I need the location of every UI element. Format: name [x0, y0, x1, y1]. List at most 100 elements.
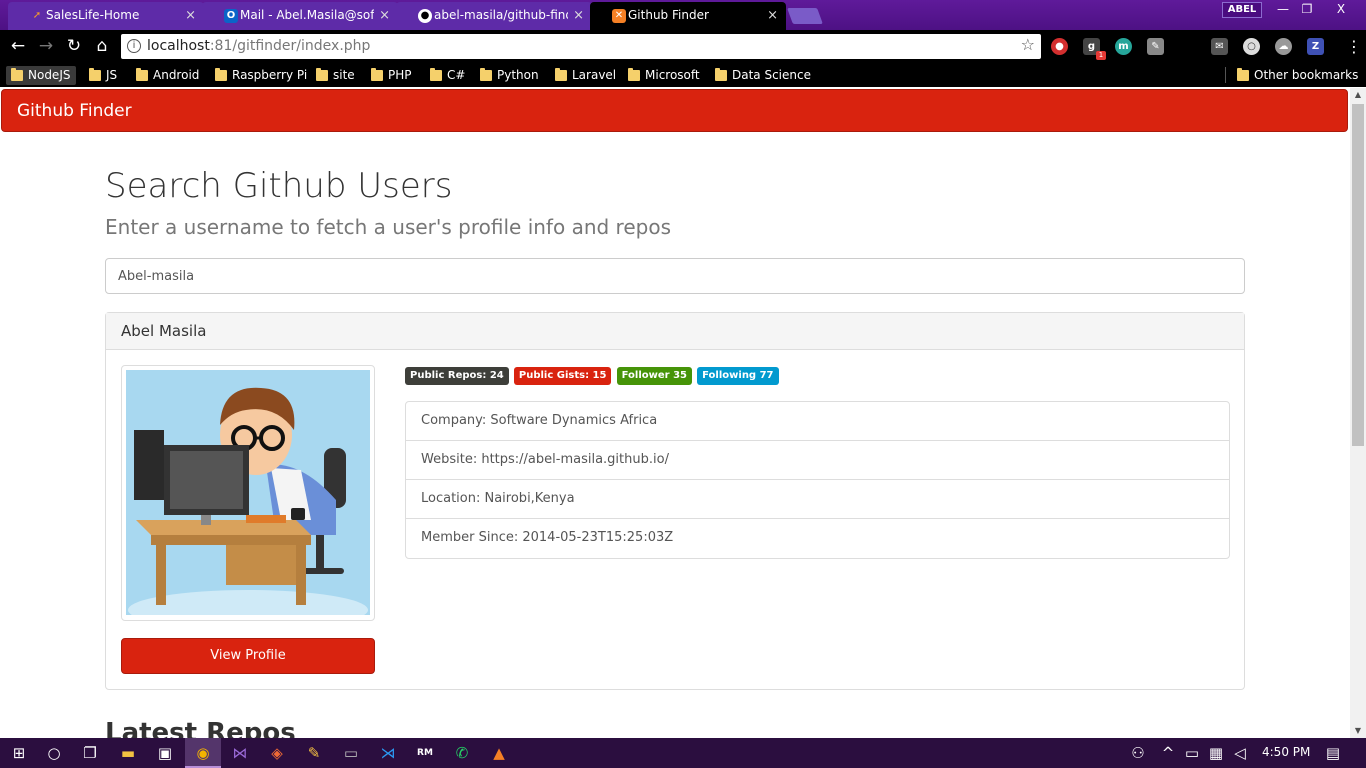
- bookmark-folder[interactable]: C#: [425, 66, 471, 85]
- tab-github-repo[interactable]: ● abel-masila/github-finde ×: [396, 2, 592, 30]
- info-icon[interactable]: i: [127, 39, 141, 53]
- folder-icon: [371, 68, 383, 81]
- folder-icon: [555, 68, 567, 81]
- tab-saleslife[interactable]: ➚ SalesLife-Home ×: [8, 2, 204, 30]
- back-icon[interactable]: ←: [8, 36, 28, 56]
- url-text: localhost:81/gitfinder/index.php: [147, 38, 371, 54]
- member-since-item: Member Since: 2014-05-23T15:25:03Z: [421, 530, 674, 545]
- profile-details-list: Company: Software Dynamics Africa Websit…: [405, 401, 1230, 559]
- reload-icon[interactable]: ↻: [64, 36, 84, 56]
- folder-icon: [628, 68, 640, 81]
- folder-icon: [215, 68, 227, 81]
- taskbar: ⊞ ○ ❐ ▬ ▣ ◉ ⋈ ◈ ✎ ▭ ⋊ RM ✆ ▲ ⚇ ^ ▭ ▦ ◁ 4…: [0, 738, 1366, 768]
- site-navbar: Github Finder: [1, 89, 1348, 132]
- bookmark-folder[interactable]: site: [311, 66, 361, 85]
- adblock-icon[interactable]: ●: [1051, 38, 1068, 55]
- rm-app-icon[interactable]: RM: [414, 743, 436, 763]
- browser-toolbar: ← → ↻ ⌂ i localhost:81/gitfinder/index.p…: [0, 30, 1366, 63]
- visual-studio-icon[interactable]: ⋈: [229, 743, 251, 763]
- folder-icon: [316, 68, 328, 81]
- bookmark-folder[interactable]: PHP: [366, 66, 418, 85]
- followers-badge: Follower 35: [616, 367, 692, 385]
- close-tab-icon[interactable]: ×: [185, 2, 196, 29]
- close-tab-icon[interactable]: ×: [379, 2, 390, 29]
- folder-icon: [89, 68, 101, 81]
- vscode-icon[interactable]: ⋊: [377, 743, 399, 763]
- paint-icon[interactable]: ✎: [303, 743, 325, 763]
- username-search-input[interactable]: [105, 258, 1245, 294]
- bookmark-star-icon[interactable]: ☆: [1021, 35, 1035, 54]
- network-icon[interactable]: ▦: [1205, 743, 1227, 763]
- notes-extension-icon[interactable]: ✎: [1147, 38, 1164, 55]
- cloud-extension-icon[interactable]: ☁: [1275, 38, 1292, 55]
- bookmark-folder[interactable]: Raspberry Pi: [210, 66, 313, 85]
- m-extension-icon[interactable]: m: [1115, 38, 1132, 55]
- bookmarks-divider: [1225, 67, 1226, 83]
- windows-start-icon[interactable]: ⊞: [8, 743, 30, 763]
- page-subtitle: Enter a username to fetch a user's profi…: [105, 215, 671, 239]
- public-gists-badge: Public Gists: 15: [513, 367, 612, 385]
- website-item: Website: https://abel-masila.github.io/: [406, 441, 1229, 480]
- address-bar[interactable]: i localhost:81/gitfinder/index.php ☆: [121, 34, 1041, 59]
- z-extension-icon[interactable]: Z: [1307, 38, 1324, 55]
- battery-icon[interactable]: ▭: [1181, 743, 1203, 763]
- folder-icon: [715, 68, 727, 81]
- page-scrollbar[interactable]: ▲ ▼: [1350, 88, 1366, 738]
- bookmark-folder[interactable]: Microsoft: [623, 66, 706, 85]
- bookmark-folder[interactable]: Android: [131, 66, 205, 85]
- bookmarks-bar: NodeJS JS Android Raspberry Pi site PHP …: [0, 63, 1366, 87]
- scroll-down-icon[interactable]: ▼: [1350, 724, 1366, 738]
- profile-name: Abel Masila: [106, 313, 1244, 350]
- view-profile-button[interactable]: View Profile: [121, 638, 375, 674]
- whatsapp-icon[interactable]: ✆: [451, 743, 473, 763]
- bookmark-folder[interactable]: Python: [475, 66, 545, 85]
- profile-panel: Abel Masila View Profile Public Repos: 2…: [105, 312, 1245, 690]
- restore-icon[interactable]: ❐: [1294, 0, 1320, 18]
- chrome-icon[interactable]: ◉: [192, 743, 214, 763]
- folder-icon: [136, 68, 148, 81]
- location-item: Location: Nairobi,Kenya: [406, 480, 1229, 519]
- home-icon[interactable]: ⌂: [92, 36, 112, 56]
- bookmark-folder[interactable]: Laravel: [550, 66, 622, 85]
- close-window-icon[interactable]: X: [1318, 0, 1364, 18]
- chrome-menu-icon[interactable]: ⋮: [1346, 37, 1362, 57]
- forward-icon[interactable]: →: [36, 36, 56, 56]
- page-viewport: Github Finder Search Github Users Enter …: [0, 88, 1350, 738]
- vlc-icon[interactable]: ▲: [488, 743, 510, 763]
- task-view-icon[interactable]: ❐: [79, 743, 101, 763]
- app-icon[interactable]: ◈: [266, 743, 288, 763]
- company-item: Company: Software Dynamics Africa: [406, 402, 1229, 441]
- scroll-up-icon[interactable]: ▲: [1350, 88, 1366, 102]
- tab-mail[interactable]: O Mail - Abel.Masila@softw ×: [202, 2, 398, 30]
- scroll-thumb[interactable]: [1352, 104, 1364, 446]
- folder-icon: [1237, 68, 1249, 81]
- other-bookmarks[interactable]: Other bookmarks: [1232, 66, 1364, 85]
- stats-badges: Public Repos: 24 Public Gists: 15 Follow…: [405, 367, 780, 385]
- profile-button[interactable]: ABEL: [1222, 2, 1262, 18]
- tray-chevron-icon[interactable]: ^: [1157, 743, 1179, 763]
- folder-icon: [430, 68, 442, 81]
- bookmark-folder[interactable]: JS: [84, 66, 123, 85]
- tab-github-finder[interactable]: ✕ Github Finder ×: [590, 2, 786, 30]
- notifications-icon[interactable]: ▤: [1322, 743, 1344, 763]
- taskbar-clock[interactable]: 4:50 PM: [1262, 745, 1310, 759]
- cortana-icon[interactable]: ○: [43, 743, 65, 763]
- volume-icon[interactable]: ◁: [1229, 743, 1251, 763]
- people-icon[interactable]: ⚇: [1127, 743, 1149, 763]
- page-title: Search Github Users: [105, 166, 453, 206]
- bookmark-folder[interactable]: Data Science: [710, 66, 817, 85]
- mail-extension-icon[interactable]: ✉: [1211, 38, 1228, 55]
- navbar-brand[interactable]: Github Finder: [17, 101, 132, 121]
- store-icon[interactable]: ▣: [154, 743, 176, 763]
- folder-icon: [11, 68, 23, 81]
- close-tab-icon[interactable]: ×: [767, 2, 778, 29]
- avatar: [126, 370, 370, 615]
- close-tab-icon[interactable]: ×: [573, 2, 584, 29]
- latest-repos-heading: Latest Repos: [105, 718, 296, 738]
- minimize-icon[interactable]: —: [1270, 0, 1296, 18]
- terminal-icon[interactable]: ▭: [340, 743, 362, 763]
- bookmark-folder[interactable]: NodeJS: [6, 66, 77, 85]
- file-explorer-icon[interactable]: ▬: [117, 743, 139, 763]
- new-tab-button[interactable]: [787, 8, 823, 24]
- circle-extension-icon[interactable]: ○: [1243, 38, 1260, 55]
